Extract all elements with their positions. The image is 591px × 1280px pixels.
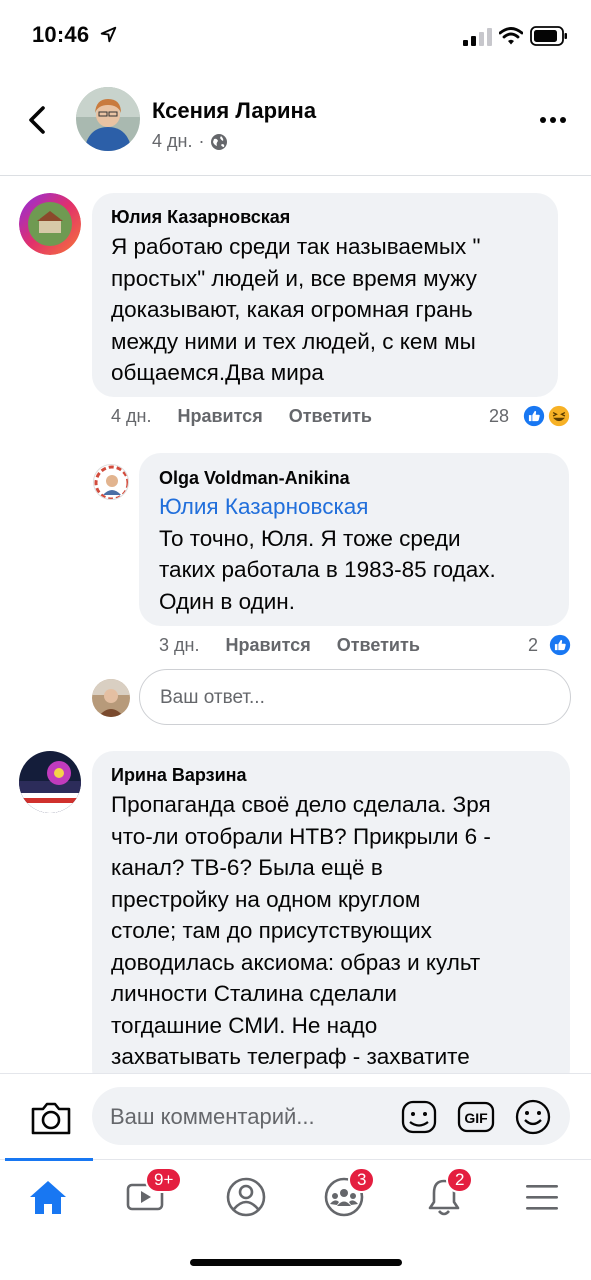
like-button[interactable]: Нравится xyxy=(225,635,310,656)
reply-author[interactable]: Olga Voldman-Anikina xyxy=(159,468,350,489)
home-icon xyxy=(30,1181,66,1214)
comment-text: Я работаю среди так называемых " простых… xyxy=(111,234,481,385)
reply-input[interactable]: Ваш ответ... xyxy=(139,669,571,725)
comment-author[interactable]: Ирина Варзина xyxy=(111,765,247,786)
back-button[interactable] xyxy=(22,100,52,140)
like-button[interactable]: Нравится xyxy=(177,406,262,427)
watch-badge: 9+ xyxy=(145,1167,183,1193)
tab-home[interactable] xyxy=(18,1172,78,1222)
comment-avatar[interactable] xyxy=(19,193,81,255)
signal-strength-icon xyxy=(463,28,492,46)
reply-actions: 3 дн. Нравится Ответить xyxy=(159,635,420,656)
active-tab-indicator xyxy=(5,1158,93,1161)
meta-separator: · xyxy=(198,131,205,151)
battery-icon xyxy=(530,26,567,46)
reply-text: Юлия Казарновская То точно, Юля. Я тоже … xyxy=(159,491,569,617)
comment-time[interactable]: 4 дн. xyxy=(111,406,151,427)
groups-badge: 3 xyxy=(348,1167,376,1193)
status-time: 10:46 xyxy=(32,22,90,47)
mention-link[interactable]: Юлия Казарновская xyxy=(159,491,569,523)
reply-time[interactable]: 3 дн. xyxy=(159,635,199,656)
comment-input[interactable]: Ваш комментарий... GIF xyxy=(92,1087,570,1145)
status-bar: 10:46 xyxy=(0,0,591,72)
home-indicator xyxy=(190,1259,402,1266)
comment-avatar[interactable] xyxy=(19,751,81,813)
more-options-button[interactable] xyxy=(538,108,568,132)
like-reaction-icon xyxy=(547,632,573,658)
chevron-left-icon xyxy=(29,106,45,134)
comment-author[interactable]: Юлия Казарновская xyxy=(111,207,290,228)
menu-icon xyxy=(526,1185,558,1210)
location-arrow-icon xyxy=(100,26,117,43)
current-user-avatar xyxy=(92,679,130,717)
author-avatar[interactable] xyxy=(76,87,140,151)
gif-icon[interactable]: GIF xyxy=(457,1098,495,1136)
wifi-icon xyxy=(499,27,523,45)
post-header: Ксения Ларина 4 дн. · xyxy=(0,72,591,176)
svg-text:GIF: GIF xyxy=(464,1110,488,1126)
reply-button[interactable]: Ответить xyxy=(289,406,372,427)
comment-placeholder: Ваш комментарий... xyxy=(110,1104,315,1129)
globe-icon xyxy=(211,133,228,150)
reply-avatar[interactable] xyxy=(93,464,129,500)
tab-menu[interactable] xyxy=(512,1172,572,1222)
tab-profile[interactable] xyxy=(216,1172,276,1222)
notifications-badge: 2 xyxy=(446,1167,474,1193)
profile-icon xyxy=(226,1177,266,1217)
like-reaction-icon xyxy=(521,403,547,429)
reply-button[interactable]: Ответить xyxy=(337,635,420,656)
tab-notifications[interactable]: 2 xyxy=(414,1167,474,1222)
tab-groups[interactable]: 3 xyxy=(314,1167,376,1222)
post-meta: 4 дн. · xyxy=(152,131,228,152)
post-author-name[interactable]: Ксения Ларина xyxy=(152,98,316,124)
post-time[interactable]: 4 дн. xyxy=(152,131,192,152)
tab-watch[interactable]: 9+ xyxy=(115,1167,183,1222)
comment-composer: Ваш комментарий... GIF xyxy=(0,1073,591,1159)
emoji-icon[interactable] xyxy=(514,1098,552,1136)
camera-icon[interactable] xyxy=(30,1100,72,1136)
haha-reaction-icon xyxy=(546,403,572,429)
more-dots-icon xyxy=(540,117,566,123)
comment-actions: 4 дн. Нравится Ответить xyxy=(111,406,372,427)
reaction-count[interactable]: 28 xyxy=(489,406,509,427)
reaction-count[interactable]: 2 xyxy=(528,635,538,656)
comment-text: Пропаганда своё дело сделала. Зря что-ли… xyxy=(111,792,491,1069)
sticker-icon[interactable] xyxy=(400,1098,438,1136)
